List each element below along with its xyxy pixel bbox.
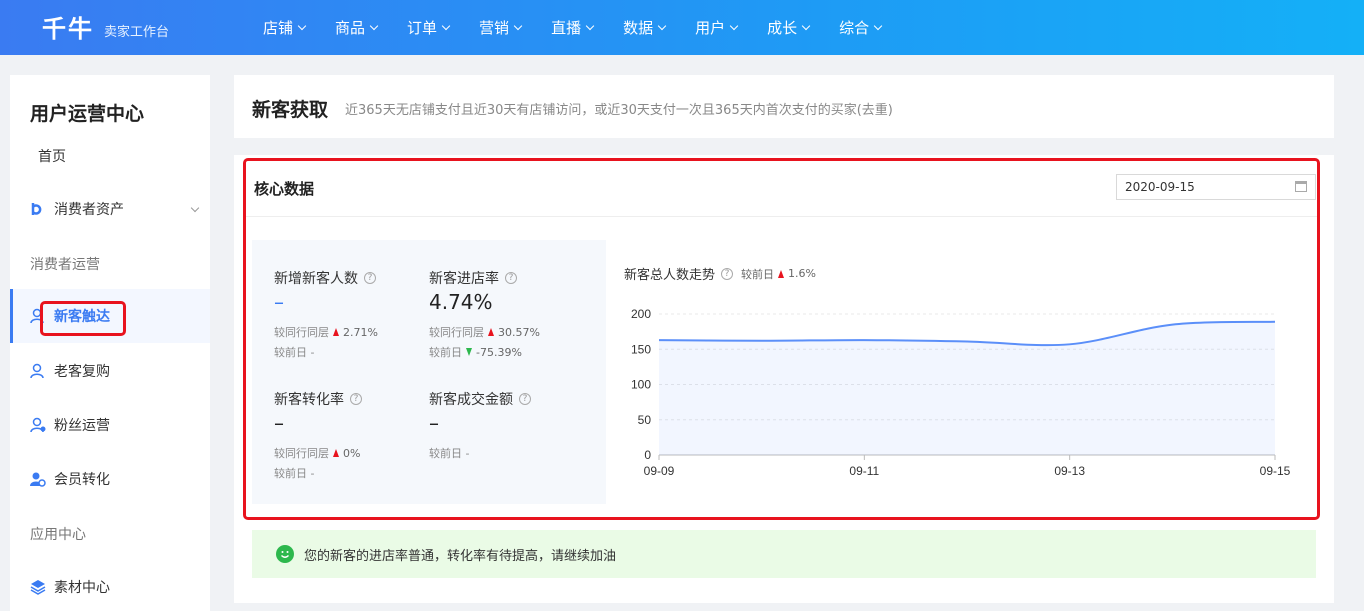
layers-icon	[30, 580, 46, 595]
highlight-box	[40, 301, 126, 336]
user-repeat-icon	[30, 363, 44, 379]
highlight-box	[243, 158, 1320, 520]
header-card: 新客获取 近365天无店铺支付且近30天有店铺访问，或近30天支付一次且365天…	[234, 75, 1334, 138]
chevron-down-icon	[873, 21, 883, 30]
chevron-down-icon	[369, 21, 379, 30]
consumer-assets-icon	[31, 203, 42, 215]
nav-growth[interactable]: 成长	[767, 0, 811, 55]
nav-marketing[interactable]: 营销	[479, 0, 523, 55]
smile-icon	[276, 545, 294, 563]
tip-text: 您的新客的进店率普通，转化率有待提高，请继续加油	[304, 548, 617, 564]
sidebar-item-home[interactable]: 首页	[10, 129, 210, 183]
nav-orders[interactable]: 订单	[407, 0, 451, 55]
nav-live[interactable]: 直播	[551, 0, 595, 55]
tip-banner: 您的新客的进店率普通，转化率有待提高，请继续加油	[252, 530, 1316, 578]
nav-goods[interactable]: 商品	[335, 0, 379, 55]
chevron-down-icon	[657, 21, 667, 30]
nav-general[interactable]: 综合	[839, 0, 883, 55]
sidebar-item-fans[interactable]: 粉丝运营	[10, 398, 210, 452]
logo-subtitle: 卖家工作台	[104, 25, 170, 40]
member-icon	[30, 472, 46, 487]
chevron-down-icon	[585, 21, 595, 30]
chevron-down-icon	[190, 203, 200, 213]
section-consumer-ops: 消费者运营	[30, 257, 100, 273]
nav-shop[interactable]: 店铺	[263, 0, 307, 55]
logo[interactable]: 千牛	[42, 9, 94, 44]
fans-icon	[30, 417, 46, 433]
main-nav: 店铺 商品 订单 营销 直播 数据 用户 成长 综合	[263, 0, 911, 55]
chevron-down-icon	[801, 21, 811, 30]
sidebar-item-consumer-assets[interactable]: 消费者资产	[10, 182, 210, 236]
sidebar-item-membership[interactable]: 会员转化	[10, 452, 210, 506]
sidebar: 用户运营中心 首页 消费者资产 消费者运营 新客触达 老客复购 粉丝运营 会员转…	[10, 75, 210, 611]
sidebar-title: 用户运营中心	[30, 103, 145, 125]
sidebar-item-repurchase[interactable]: 老客复购	[10, 344, 210, 398]
nav-data[interactable]: 数据	[623, 0, 667, 55]
chevron-down-icon	[513, 21, 523, 30]
chevron-down-icon	[441, 21, 451, 30]
section-apps: 应用中心	[30, 527, 86, 543]
sidebar-item-materials[interactable]: 素材中心	[10, 560, 210, 611]
page-description: 近365天无店铺支付且近30天有店铺访问，或近30天支付一次且365天内首次支付…	[345, 103, 893, 118]
page-title: 新客获取	[252, 99, 329, 121]
chevron-down-icon	[297, 21, 307, 30]
nav-users[interactable]: 用户	[695, 0, 739, 55]
top-bar: 千牛 卖家工作台 店铺 商品 订单 营销 直播 数据 用户 成长 综合	[0, 0, 1364, 55]
chevron-down-icon	[729, 21, 739, 30]
